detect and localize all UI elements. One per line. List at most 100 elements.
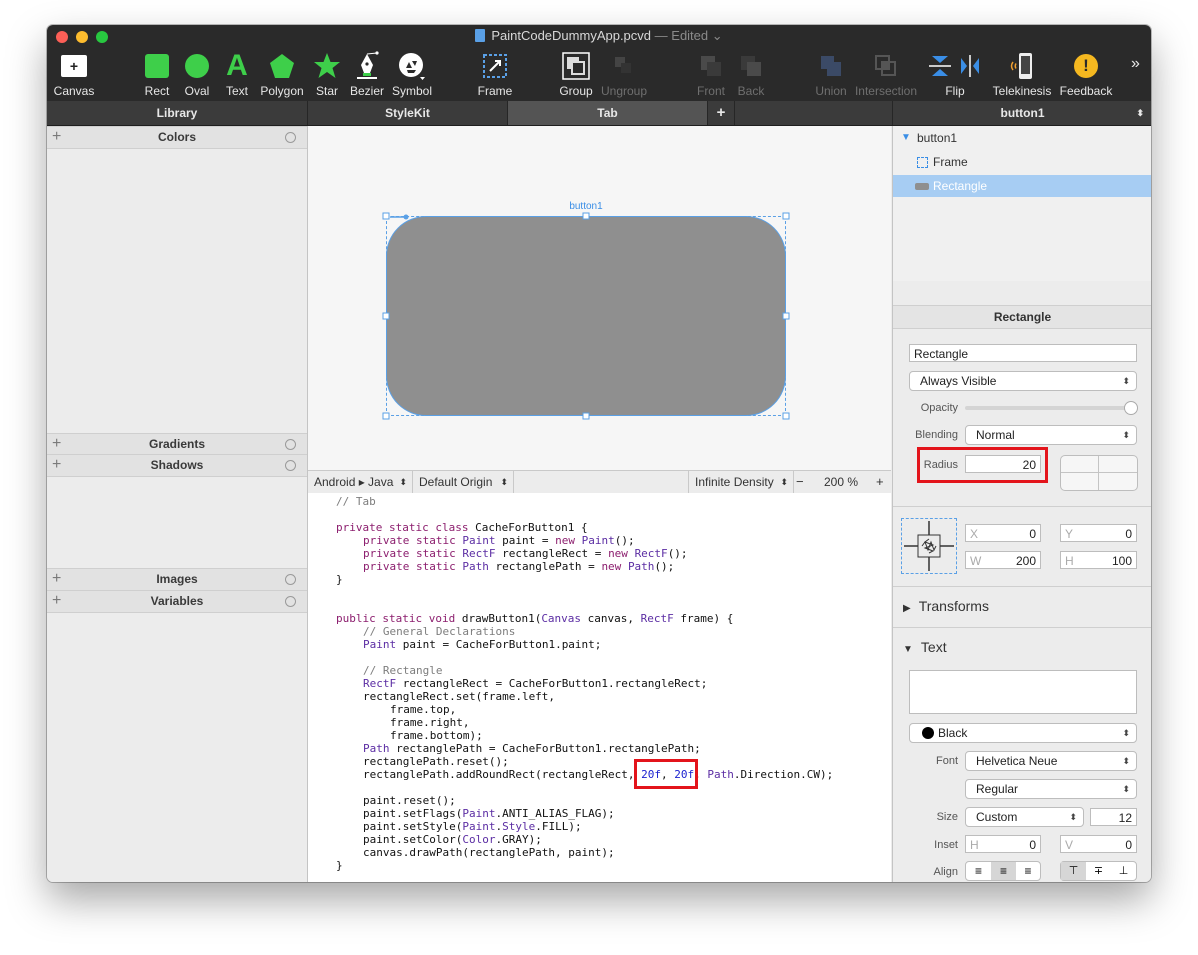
canvas-button[interactable]: + Canvas (52, 51, 96, 99)
y-input[interactable]: Y0 (1060, 524, 1137, 542)
text-section-toggle[interactable]: ▼ Text (903, 639, 947, 655)
up-down-arrows-icon: ⬍ (1122, 756, 1130, 766)
drawing-canvas[interactable]: button1 (308, 126, 891, 470)
code-line: paint.setStyle(Paint.Style.FILL); (363, 820, 582, 833)
divider (893, 627, 1151, 628)
density-selector[interactable]: Infinite Density ⬍ (688, 471, 794, 493)
library-section-gradients[interactable]: + Gradients (47, 433, 307, 456)
tab-tab[interactable]: Tab (508, 101, 708, 125)
circle-icon (285, 132, 296, 143)
inset-label: Inset (934, 839, 958, 851)
opacity-slider[interactable] (965, 406, 1133, 410)
canvas-icon: + (59, 51, 89, 81)
intersection-icon (871, 51, 901, 81)
transforms-section-toggle[interactable]: ▶ Transforms (903, 598, 989, 614)
font-weight-select[interactable]: Regular ⬍ (965, 779, 1137, 799)
up-down-arrows-icon: ⬍ (1136, 108, 1144, 118)
code-line: canvas.drawPath(rectanglePath, paint); (363, 846, 615, 859)
edited-status: — Edited (654, 28, 709, 43)
selection-handles[interactable] (308, 126, 891, 470)
code-line: } (336, 859, 343, 872)
up-down-arrows-icon: ⬍ (780, 477, 788, 487)
color-swatch-icon (922, 727, 934, 739)
align-label: Align (933, 866, 958, 878)
bezier-tool-button[interactable]: Bezier (349, 51, 385, 99)
send-back-button[interactable]: Back (733, 51, 769, 99)
align-top-icon[interactable]: ⊤ (1061, 862, 1086, 880)
text-tool-button[interactable]: A Text (221, 51, 253, 99)
code-line: // Rectangle (363, 664, 443, 677)
toolbar-overflow-button[interactable]: » (1131, 55, 1140, 73)
telekinesis-button[interactable]: Telekinesis (991, 51, 1053, 99)
inspector-target-label: button1 (1000, 106, 1045, 120)
platform-selector[interactable]: Android ▸ Java ⬍ (308, 471, 413, 493)
align-center-icon[interactable]: ≡ (991, 862, 1016, 880)
align-left-icon[interactable]: ≡ (966, 862, 991, 880)
visibility-select[interactable]: Always Visible ⬍ (909, 371, 1137, 391)
blending-select[interactable]: Normal ⬍ (965, 425, 1137, 445)
up-down-arrows-icon: ⬍ (1122, 728, 1130, 738)
tree-item-button1[interactable]: ▼ button1 (893, 128, 1151, 148)
font-size-input[interactable]: 12 (1090, 808, 1137, 826)
opacity-slider-knob[interactable] (1124, 401, 1138, 415)
divider (893, 506, 1151, 507)
shape-name-input[interactable]: Rectangle (909, 344, 1137, 362)
oval-tool-button[interactable]: Oval (181, 51, 213, 99)
x-input[interactable]: X0 (965, 524, 1041, 542)
size-mode-select[interactable]: Custom ⬍ (965, 807, 1084, 827)
up-down-arrows-icon: ⬍ (1122, 376, 1130, 386)
tree-item-frame[interactable]: Frame (893, 152, 1151, 172)
horizontal-align-control[interactable]: ≡ ≡ ≡ (965, 861, 1041, 881)
library-section-images[interactable]: + Images (47, 568, 307, 591)
font-family-select[interactable]: Helvetica Neue ⬍ (965, 751, 1137, 771)
group-button[interactable]: Group (557, 51, 595, 99)
align-bottom-icon[interactable]: ⊥ (1111, 862, 1136, 880)
tree-item-rectangle[interactable]: Rectangle (893, 175, 1151, 197)
ungroup-button[interactable]: Ungroup (599, 51, 649, 99)
back-icon (736, 51, 766, 81)
toolbar: PaintCodeDummyApp.pcvd — Edited ⌄ + Canv… (47, 25, 1151, 101)
code-view[interactable]: // Tab private static class CacheForButt… (308, 493, 891, 882)
zoom-in-button[interactable]: + (876, 471, 884, 493)
rect-tool-button[interactable]: Rect (141, 51, 173, 99)
width-input[interactable]: W 200 (965, 551, 1041, 569)
tab-library[interactable]: Library (47, 101, 308, 125)
bezier-pen-icon (352, 51, 382, 81)
tab-stylekit[interactable]: StyleKit (308, 101, 508, 125)
symbol-icon (397, 51, 427, 81)
flip-button[interactable]: Flip (923, 51, 987, 99)
text-color-select[interactable]: Black ⬍ (909, 723, 1137, 743)
inset-v-input[interactable]: V0 (1060, 835, 1137, 853)
feedback-button[interactable]: ! Feedback (1057, 51, 1115, 99)
inspector-target-selector[interactable]: button1 ⬍ (892, 101, 1151, 125)
library-section-shadows[interactable]: + Shadows (47, 454, 307, 477)
disclosure-triangle-icon[interactable]: ▼ (901, 128, 911, 148)
zoom-out-button[interactable]: − (796, 471, 804, 493)
height-input[interactable]: H 100 (1060, 551, 1137, 569)
frame-tool-button[interactable]: Frame (475, 51, 515, 99)
align-right-icon[interactable]: ≡ (1016, 862, 1040, 880)
add-tab-button[interactable]: + (708, 101, 735, 125)
circle-icon (285, 574, 296, 585)
star-icon (312, 51, 342, 81)
union-button[interactable]: Union (811, 51, 851, 99)
corner-radius-picker[interactable] (1060, 455, 1138, 491)
align-middle-icon[interactable]: ∓ (1086, 862, 1111, 880)
origin-selector[interactable]: Default Origin ⬍ (413, 471, 514, 493)
circle-icon (285, 596, 296, 607)
intersection-button[interactable]: Intersection (853, 51, 919, 99)
library-section-variables[interactable]: + Variables (47, 590, 307, 613)
polygon-tool-button[interactable]: Polygon (259, 51, 305, 99)
radius-highlight (917, 447, 1048, 483)
code-line: frame.bottom); (390, 729, 483, 742)
symbol-tool-button[interactable]: Symbol (391, 51, 433, 99)
inset-h-input[interactable]: H0 (965, 835, 1041, 853)
bring-front-button[interactable]: Front (693, 51, 729, 99)
vertical-align-control[interactable]: ⊤ ∓ ⊥ (1060, 861, 1137, 881)
code-line: paint.setFlags(Paint.ANTI_ALIAS_FLAG); (363, 807, 615, 820)
autoresize-control[interactable] (901, 518, 957, 574)
library-section-colors[interactable]: + Colors (47, 126, 307, 149)
text-content-input[interactable] (909, 670, 1137, 714)
star-tool-button[interactable]: Star (311, 51, 343, 99)
up-down-arrows-icon: ⬍ (1122, 784, 1130, 794)
